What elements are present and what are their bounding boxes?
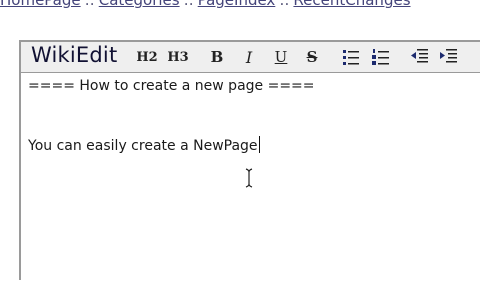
outdent-icon	[411, 49, 428, 63]
editor-toolbar: WikiEdit H2 H3 B I U S	[21, 42, 480, 73]
text-caret	[258, 136, 260, 153]
editor-textarea[interactable]: ==== How to create a new page ==== You c…	[28, 72, 478, 282]
editor-line-current: You can easily create a NewPage	[28, 136, 260, 154]
bold-button[interactable]: B	[205, 47, 229, 67]
nav-link-homepage[interactable]: HomePage	[0, 0, 81, 9]
outdent-button[interactable]	[408, 47, 432, 67]
wikiedit-brand: WikiEdit	[31, 43, 118, 67]
ordered-list-button[interactable]	[369, 47, 393, 67]
indent-icon	[440, 49, 457, 63]
strikethrough-button[interactable]: S	[300, 47, 324, 67]
italic-button[interactable]: I	[237, 47, 261, 67]
ordered-list-icon	[372, 49, 389, 65]
editor-line-text: You can easily create a NewPage	[28, 138, 258, 154]
underline-button[interactable]: U	[269, 47, 293, 67]
editor-line: ==== How to create a new page ====	[28, 78, 315, 94]
wiki-editor: WikiEdit H2 H3 B I U S ==== How to creat…	[19, 40, 480, 280]
unordered-list-icon	[343, 50, 359, 65]
heading3-button[interactable]: H3	[166, 47, 190, 67]
nav-separator: ::	[84, 0, 95, 9]
top-navigation: HomePage:: Categories:: PageIndex:: RecentC…	[0, 0, 480, 11]
heading2-button[interactable]: H2	[135, 47, 159, 67]
ibeam-cursor-icon	[245, 168, 253, 188]
nav-link-categories[interactable]: Categories	[99, 0, 180, 9]
nav-link-pageindex[interactable]: PageIndex	[198, 0, 276, 9]
unordered-list-button[interactable]	[339, 47, 363, 67]
nav-separator: ::	[279, 0, 290, 9]
nav-link-recentchanges[interactable]: RecentChanges	[293, 0, 410, 9]
indent-button[interactable]	[437, 47, 461, 67]
nav-separator: ::	[183, 0, 194, 9]
